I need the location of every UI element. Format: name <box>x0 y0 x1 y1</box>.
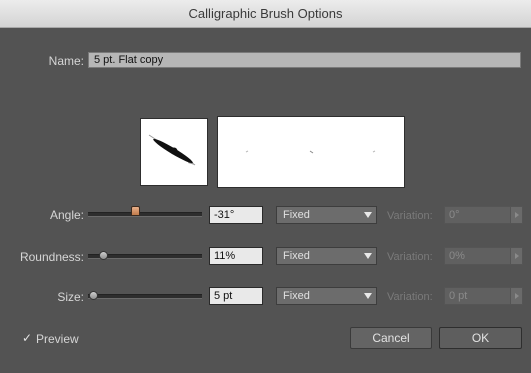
angle-label: Angle: <box>49 208 84 222</box>
size-variation-stepper <box>510 287 523 305</box>
chevron-down-icon <box>364 212 372 218</box>
roundness-mode-value: Fixed <box>283 250 310 262</box>
brush-shape-preview[interactable] <box>140 118 208 186</box>
size-mode-select[interactable]: Fixed <box>276 287 377 305</box>
preview-checkbox[interactable]: ✓ <box>22 332 34 344</box>
chevron-right-icon <box>515 212 519 218</box>
roundness-slider-handle[interactable] <box>99 251 108 260</box>
size-slider[interactable] <box>88 294 202 299</box>
angle-input[interactable]: -31° <box>209 206 263 224</box>
roundness-variation-input: 0% <box>444 247 511 265</box>
angle-slider[interactable] <box>88 212 202 217</box>
size-label: Size: <box>57 290 84 304</box>
roundness-variation-label: Variation: <box>387 251 433 263</box>
angle-variation-label: Variation: <box>387 210 433 222</box>
ok-button[interactable]: OK <box>439 327 522 349</box>
angle-mode-value: Fixed <box>283 209 310 221</box>
checkmark-icon: ✓ <box>22 331 33 345</box>
angle-mode-select[interactable]: Fixed <box>276 206 377 224</box>
angle-variation-input: 0° <box>444 206 511 224</box>
stroke-preview <box>217 116 405 188</box>
roundness-label: Roundness: <box>19 250 84 264</box>
size-slider-handle[interactable] <box>89 291 98 300</box>
size-input[interactable]: 5 pt <box>209 287 263 305</box>
roundness-input[interactable]: 11% <box>209 247 263 265</box>
angle-variation-stepper <box>510 206 523 224</box>
angle-slider-handle[interactable] <box>131 206 140 216</box>
brush-angle-icon <box>148 134 196 166</box>
chevron-down-icon <box>364 293 372 299</box>
preview-label[interactable]: Preview <box>36 332 79 346</box>
cancel-button[interactable]: Cancel <box>350 327 432 349</box>
roundness-mode-select[interactable]: Fixed <box>276 247 377 265</box>
chevron-right-icon <box>515 293 519 299</box>
size-variation-input: 0 pt <box>444 287 511 305</box>
size-variation-label: Variation: <box>387 291 433 303</box>
roundness-variation-stepper <box>510 247 523 265</box>
dialog-title: Calligraphic Brush Options <box>0 0 531 28</box>
name-label: Name: <box>48 54 84 68</box>
chevron-down-icon <box>364 253 372 259</box>
size-mode-value: Fixed <box>283 290 310 302</box>
chevron-right-icon <box>515 253 519 259</box>
name-input[interactable]: 5 pt. Flat copy <box>88 52 521 68</box>
